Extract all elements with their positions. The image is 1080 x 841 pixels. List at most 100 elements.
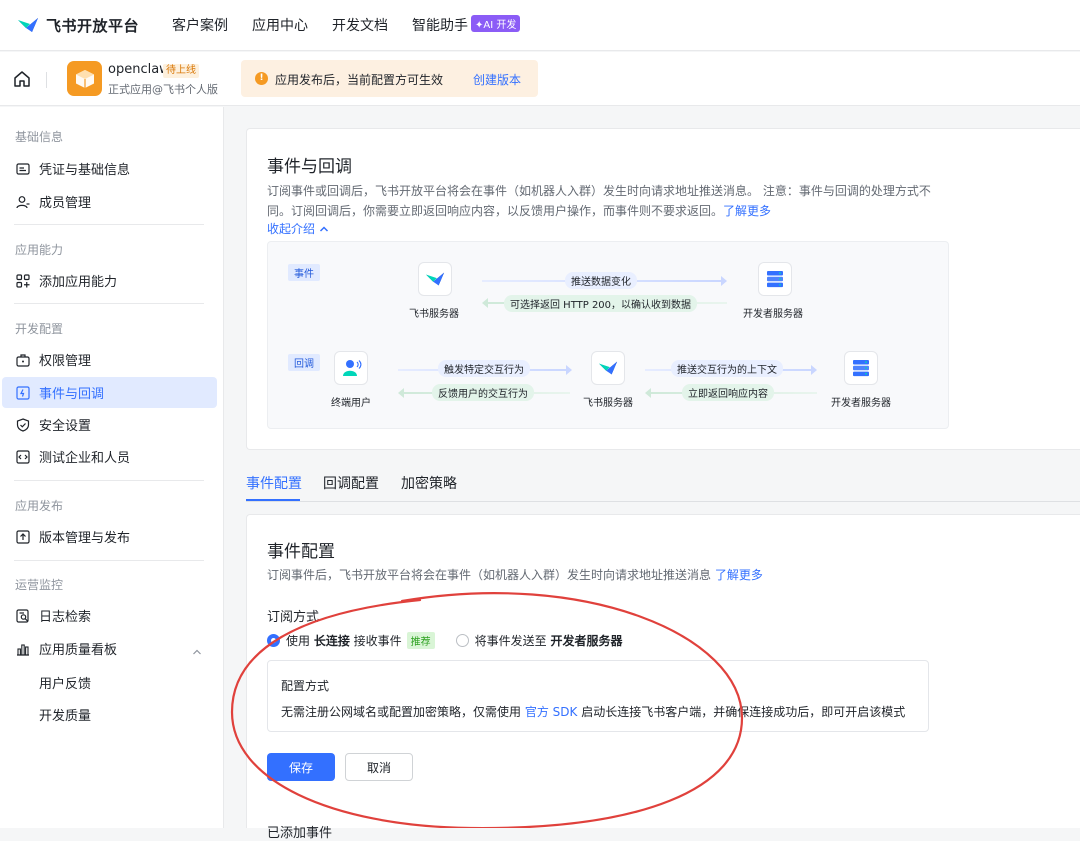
sidebar-item-label: 权限管理: [39, 354, 92, 369]
dev-server-node-2: [844, 351, 878, 385]
sidebar-item-feedback[interactable]: 用户反馈: [39, 673, 91, 692]
nav-customer-cases[interactable]: 客户案例: [172, 15, 228, 35]
callback-tag: 回调: [288, 354, 320, 371]
learn-more-link[interactable]: 了解更多: [723, 204, 771, 218]
intro-desc-text: 订阅事件或回调后，飞书开放平台将会在事件（如机器人入群）发生时向请求地址推送消息…: [267, 184, 931, 218]
tab-callback-config[interactable]: 回调配置: [323, 473, 379, 493]
nav-links: 客户案例 应用中心 开发文档 智能助手 ✦AI 开发: [172, 15, 544, 35]
app-name: openclaw: [108, 62, 170, 77]
create-version-link[interactable]: 创建版本: [473, 71, 521, 88]
active-tab-indicator: [246, 499, 300, 501]
feishu-logo-icon: [18, 18, 38, 32]
sidebar-item-add-capability[interactable]: 添加应用能力: [2, 265, 217, 296]
nav-ai-assistant[interactable]: 智能助手 ✦AI 开发: [412, 15, 521, 35]
section-desc-text: 订阅事件后，飞书开放平台将会在事件（如机器人入群）发生时向请求地址推送消息: [267, 568, 712, 582]
user-icon: [16, 195, 30, 208]
sidebar-item-members[interactable]: 成员管理: [2, 186, 217, 217]
sidebar-item-label: 成员管理: [39, 196, 92, 211]
log-search-icon: [16, 608, 29, 623]
feishu-server-label-2: 飞书服务器: [583, 398, 633, 409]
sidebar-item-test-org[interactable]: 测试企业和人员: [2, 441, 217, 472]
app-header: openclaw 待上线 正式应用@飞书个人版 ! 应用发布后，当前配置方可生效…: [0, 52, 1080, 106]
learn-more-link-2[interactable]: 了解更多: [715, 568, 763, 582]
bar-chart-icon: [17, 643, 29, 656]
sidebar-item-credentials[interactable]: 凭证与基础信息: [2, 153, 217, 184]
code-icon: [16, 449, 30, 464]
app-status-badge: 待上线: [163, 64, 199, 78]
top-navbar: 飞书开放平台 客户案例 应用中心 开发文档 智能助手 ✦AI 开发: [0, 0, 1080, 51]
sidebar-group-capability: 应用能力: [15, 243, 64, 257]
config-tabs: 事件配置 回调配置 加密策略: [246, 466, 1080, 502]
sidebar-item-dev-quality[interactable]: 开发质量: [39, 705, 91, 724]
nav-dev-docs[interactable]: 开发文档: [332, 15, 388, 35]
sidebar-item-security[interactable]: 安全设置: [2, 409, 217, 440]
opt1-suffix: 接收事件: [349, 634, 402, 648]
app-icon: [67, 61, 102, 96]
chevron-up-icon: [319, 226, 328, 232]
upload-icon: [16, 529, 30, 544]
home-icon[interactable]: [12, 70, 32, 88]
radio-dev-server-label[interactable]: 将事件发送至 开发者服务器: [475, 632, 623, 649]
opt1-prefix: 使用: [286, 634, 314, 648]
sidebar-item-label: 应用质量看板: [39, 643, 118, 658]
feishu-logo-icon: [425, 272, 445, 286]
sidebar-item-logs[interactable]: 日志检索: [2, 600, 217, 631]
warning-icon: !: [255, 72, 268, 85]
end-user-label: 终端用户: [331, 398, 371, 409]
server-icon: [767, 271, 783, 288]
brand-logo[interactable]: 飞书开放平台: [16, 14, 154, 36]
cancel-button[interactable]: 取消: [345, 753, 413, 781]
sidebar-item-label: 日志检索: [39, 610, 92, 625]
brand-name: 飞书开放平台: [46, 16, 140, 35]
sidebar-item-permissions[interactable]: 权限管理: [2, 344, 217, 375]
sidebar-group-monitor: 运营监控: [15, 578, 64, 592]
sidebar-group-dev-config: 开发配置: [15, 322, 64, 336]
sidebar-item-label: 版本管理与发布: [39, 531, 131, 546]
tab-event-config[interactable]: 事件配置: [246, 473, 302, 493]
sidebar: 基础信息 凭证与基础信息 成员管理 应用能力 添加应用能力 开发配置 权限管理 …: [0, 107, 224, 828]
recommend-badge: 推荐: [406, 632, 435, 649]
chevron-up-icon[interactable]: [191, 646, 203, 658]
radio-long-connection[interactable]: [267, 634, 280, 647]
subscribe-mode-label: 订阅方式: [267, 610, 320, 625]
page-title: 事件与回调: [267, 157, 352, 177]
sidebar-item-quality-board[interactable]: 应用质量看板: [2, 633, 217, 664]
sidebar-divider: [14, 224, 204, 225]
grid-add-icon: [16, 273, 30, 288]
dev-server-node: [758, 262, 792, 296]
config-method-box: 配置方式 无需注册公网域名或配置加密策略，仅需使用 官方 SDK 启动长连接飞书…: [267, 660, 929, 732]
end-user-icon: [343, 360, 362, 376]
sidebar-item-versions[interactable]: 版本管理与发布: [2, 521, 217, 552]
config-method-title: 配置方式: [281, 679, 330, 693]
feedback-label: 反馈用户的交互行为: [432, 384, 534, 401]
nav-app-center[interactable]: 应用中心: [252, 15, 308, 35]
header-divider: [46, 72, 47, 88]
radio-dev-server[interactable]: [455, 634, 469, 647]
box-icon: [75, 69, 94, 88]
feishu-server-node: [418, 262, 452, 296]
radio-long-connection-label[interactable]: 使用 长连接 接收事件: [286, 632, 402, 649]
sidebar-item-label: 事件与回调: [39, 387, 105, 402]
sidebar-divider: [14, 303, 204, 304]
tab-encryption[interactable]: 加密策略: [401, 473, 457, 493]
collapse-intro-button[interactable]: 收起介绍: [267, 220, 329, 237]
opt2-bold: 开发者服务器: [550, 634, 623, 648]
official-sdk-link[interactable]: 官方 SDK: [525, 705, 578, 719]
push-data-label: 推送数据变化: [565, 272, 637, 289]
save-button[interactable]: 保存: [267, 753, 335, 781]
server-icon: [853, 360, 869, 377]
sidebar-item-label: 测试企业和人员: [39, 451, 131, 466]
event-icon: [16, 385, 30, 400]
sidebar-item-label: 安全设置: [39, 419, 92, 434]
dev-server-label-2: 开发者服务器: [831, 398, 891, 409]
nav-ai-assistant-label: 智能助手: [412, 18, 468, 34]
shield-icon: [16, 417, 30, 432]
ai-badge: ✦AI 开发: [471, 15, 521, 32]
config-desc-prefix: 无需注册公网域名或配置加密策略，仅需使用: [281, 705, 525, 719]
app-owner: 正式应用@飞书个人版: [108, 83, 218, 96]
feishu-server-label: 飞书服务器: [409, 309, 459, 320]
section-description: 订阅事件后，飞书开放平台将会在事件（如机器人入群）发生时向请求地址推送消息 了解…: [267, 566, 763, 583]
briefcase-icon: [16, 353, 30, 367]
sidebar-item-events[interactable]: 事件与回调: [2, 377, 217, 408]
opt2-prefix: 将事件发送至: [474, 634, 551, 648]
